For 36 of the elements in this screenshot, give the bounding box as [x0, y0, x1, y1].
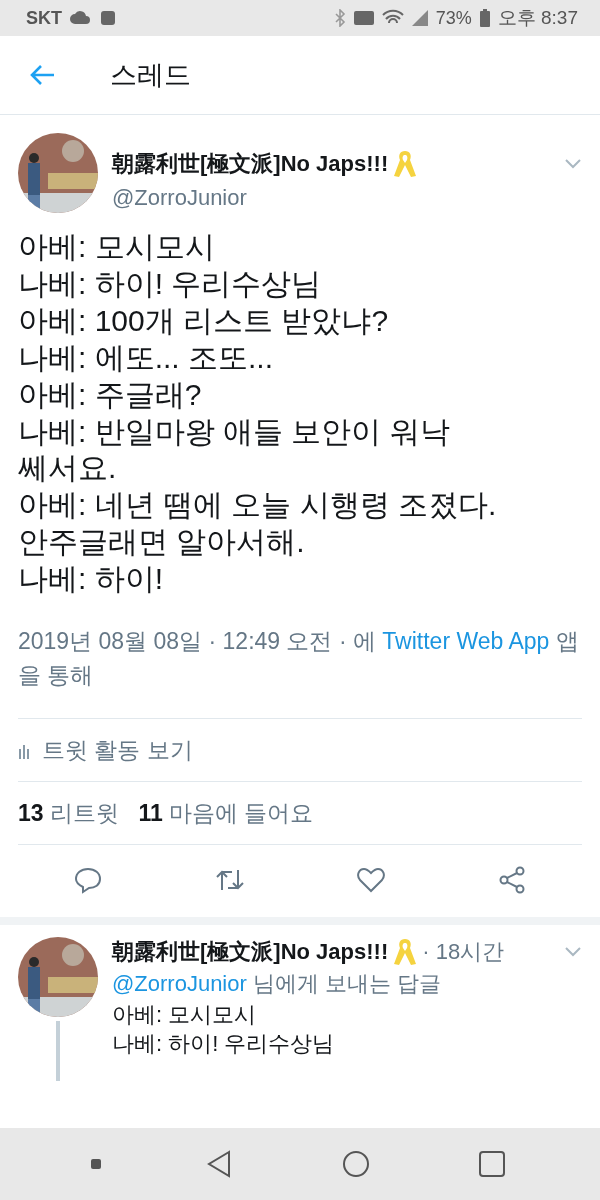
stat-count[interactable]: 11	[138, 799, 163, 827]
tweet-text-line: 아베: 주글래?	[18, 376, 203, 413]
nfc-icon	[353, 11, 374, 25]
tweet-text-line: 나베: 하이!	[18, 561, 164, 598]
stat-label[interactable]: 마음에 들어요	[168, 797, 314, 829]
stat-label[interactable]: 리트윗	[49, 797, 119, 829]
ribbon-icon	[392, 937, 419, 968]
signal-icon	[411, 10, 428, 26]
tweet-text-line: 아베: 100개 리스트 받았냐?	[18, 302, 390, 339]
display-name[interactable]: 朝露利世[極文派]No Japs!!!	[112, 149, 389, 179]
bluetooth-icon	[333, 9, 346, 27]
display-name[interactable]: 朝露利世[極文派]No Japs!!!	[112, 937, 389, 968]
reply-text-line: 아베: 모시모시	[112, 1001, 258, 1029]
source-link[interactable]: Twitter Web App	[382, 628, 550, 655]
ribbon-icon	[392, 149, 419, 179]
tweet-text-line: 나베: 에또... 조또...	[18, 339, 274, 376]
battery-icon	[479, 9, 490, 27]
tweet-text-line: 나베: 하이! 우리수상님	[18, 265, 323, 302]
battery-percent: 73%	[435, 7, 472, 29]
tweet-age: · 18시간	[422, 938, 505, 967]
user-handle[interactable]: @ZorroJunior	[112, 185, 582, 211]
reply-context: 님에게 보내는 답글	[252, 970, 442, 999]
reply-mention-link[interactable]: @ZorroJunior	[112, 971, 247, 998]
gallery-icon	[100, 10, 116, 26]
clock: 오후 8:37	[497, 6, 578, 30]
page-title: 스레드	[110, 59, 191, 92]
tweet-text-line: 아베: 네년 땜에 오늘 시행령 조졌다.	[18, 487, 498, 524]
tweet-text-line: 나베: 반일마왕 애들 보안이 워낙	[18, 413, 451, 450]
tweet-metadata: 2019년 08월 08일 · 12:49 오전 · 에 Twitter Web App 앱을 통해	[18, 627, 580, 691]
tweet-text-line: 쎄서요.	[18, 450, 118, 487]
tweet-text-line: 안주글래면 알아서해.	[18, 524, 306, 561]
carrier-name: SKT	[26, 7, 62, 29]
stat-count[interactable]: 13	[18, 799, 44, 827]
tweet-activity-link[interactable]: 트윗 활동 보기	[42, 734, 193, 766]
reply-text-line: 나베: 하이! 우리수상님	[112, 1030, 336, 1058]
tweet-text-line: 아베: 모시모시	[18, 229, 216, 265]
